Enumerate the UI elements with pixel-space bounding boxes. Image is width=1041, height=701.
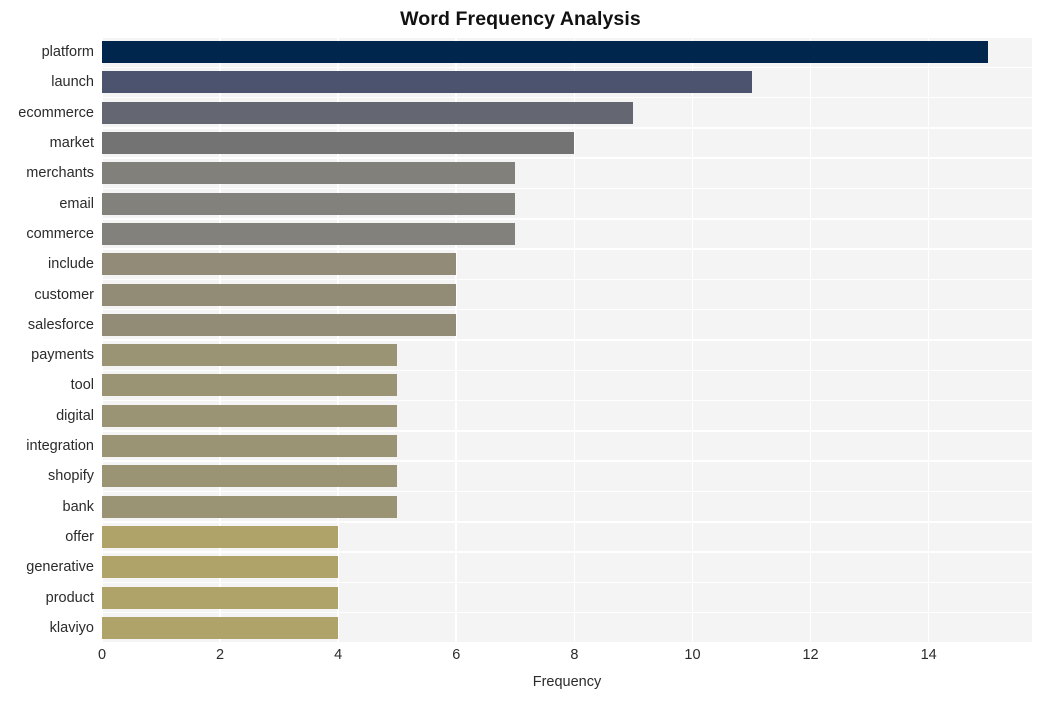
y-tick-label-market: market — [49, 135, 94, 152]
gridline-y — [102, 218, 1032, 220]
y-tick-label-launch: launch — [51, 74, 94, 91]
gridline-y — [102, 96, 1032, 99]
gridline-y — [102, 369, 1032, 372]
gridline-y — [102, 248, 1032, 250]
bar-payments — [102, 344, 398, 367]
gridline-y — [102, 551, 1032, 553]
gridline-y — [102, 430, 1032, 432]
bar-digital — [102, 404, 398, 427]
page-title: Word Frequency Analysis — [400, 8, 641, 30]
y-axis-tick-labels: platform launch ecommerce market merchants em… — [0, 37, 94, 643]
bar-email — [102, 192, 516, 215]
bar-commerce — [102, 222, 516, 245]
x-tick-label-8: 8 — [570, 647, 579, 663]
gridline-y — [102, 490, 1032, 493]
gridline-y — [102, 611, 1032, 614]
y-tick-label-shopify: shopify — [48, 468, 94, 485]
plot-area — [102, 37, 1032, 643]
word-frequency-chart: Word Frequency Analysis platform launch ec… — [0, 0, 1041, 701]
bar-customer — [102, 283, 457, 306]
bar-market — [102, 132, 575, 155]
x-axis-label: Frequency — [532, 674, 602, 690]
gridline-y — [102, 37, 1032, 38]
bar-tool — [102, 374, 398, 397]
gridline-y — [102, 157, 1032, 159]
y-tick-label-email: email — [59, 195, 94, 212]
gridline-y — [102, 399, 1032, 402]
gridline-y — [102, 642, 1032, 643]
bar-launch — [102, 71, 752, 94]
x-tick-label-0: 0 — [97, 647, 107, 663]
gridline-y — [102, 66, 1032, 69]
gridline-y — [102, 339, 1032, 341]
y-tick-label-merchants: merchants — [26, 165, 94, 182]
bar-klaviyo — [102, 616, 339, 639]
gridline-y — [102, 187, 1032, 190]
bar-integration — [102, 435, 398, 458]
x-tick-label-12: 12 — [802, 647, 819, 663]
y-tick-label-payments: payments — [31, 347, 94, 364]
bar-product — [102, 586, 339, 609]
x-axis-tick-labels: 0 2 4 6 8 10 12 14 — [98, 646, 1032, 670]
y-tick-label-digital: digital — [56, 407, 94, 424]
y-tick-label-generative: generative — [26, 559, 94, 576]
x-tick-label-2: 2 — [216, 647, 225, 663]
x-tick-label-6: 6 — [452, 647, 461, 663]
gridline-y — [102, 308, 1032, 311]
gridline-y — [102, 127, 1032, 129]
gridline-y — [102, 581, 1032, 584]
y-tick-label-product: product — [45, 589, 94, 606]
bar-merchants — [102, 162, 516, 185]
x-tick-label-4: 4 — [334, 647, 343, 663]
x-tick-label-14: 14 — [920, 647, 937, 663]
y-tick-label-integration: integration — [26, 438, 94, 455]
y-tick-label-customer: customer — [34, 286, 94, 303]
x-tick-label-10: 10 — [684, 647, 701, 663]
bar-offer — [102, 525, 339, 548]
y-tick-label-klaviyo: klaviyo — [49, 619, 94, 636]
bar-include — [102, 253, 457, 276]
gridline-y — [102, 521, 1032, 523]
gridline-y — [102, 460, 1032, 462]
y-tick-label-salesforce: salesforce — [27, 316, 94, 333]
y-tick-label-platform: platform — [41, 44, 94, 61]
bar-ecommerce — [102, 101, 634, 124]
bar-shopify — [102, 465, 398, 488]
bar-generative — [102, 556, 339, 579]
y-tick-label-bank: bank — [62, 498, 94, 515]
bar-bank — [102, 495, 398, 518]
y-tick-label-include: include — [48, 256, 94, 273]
y-tick-label-tool: tool — [70, 377, 94, 394]
gridline-y — [102, 278, 1032, 281]
bar-salesforce — [102, 313, 457, 336]
bar-platform — [102, 41, 988, 64]
y-tick-label-commerce: commerce — [26, 225, 94, 242]
y-tick-label-ecommerce: ecommerce — [18, 104, 94, 121]
y-tick-label-offer: offer — [65, 528, 94, 545]
